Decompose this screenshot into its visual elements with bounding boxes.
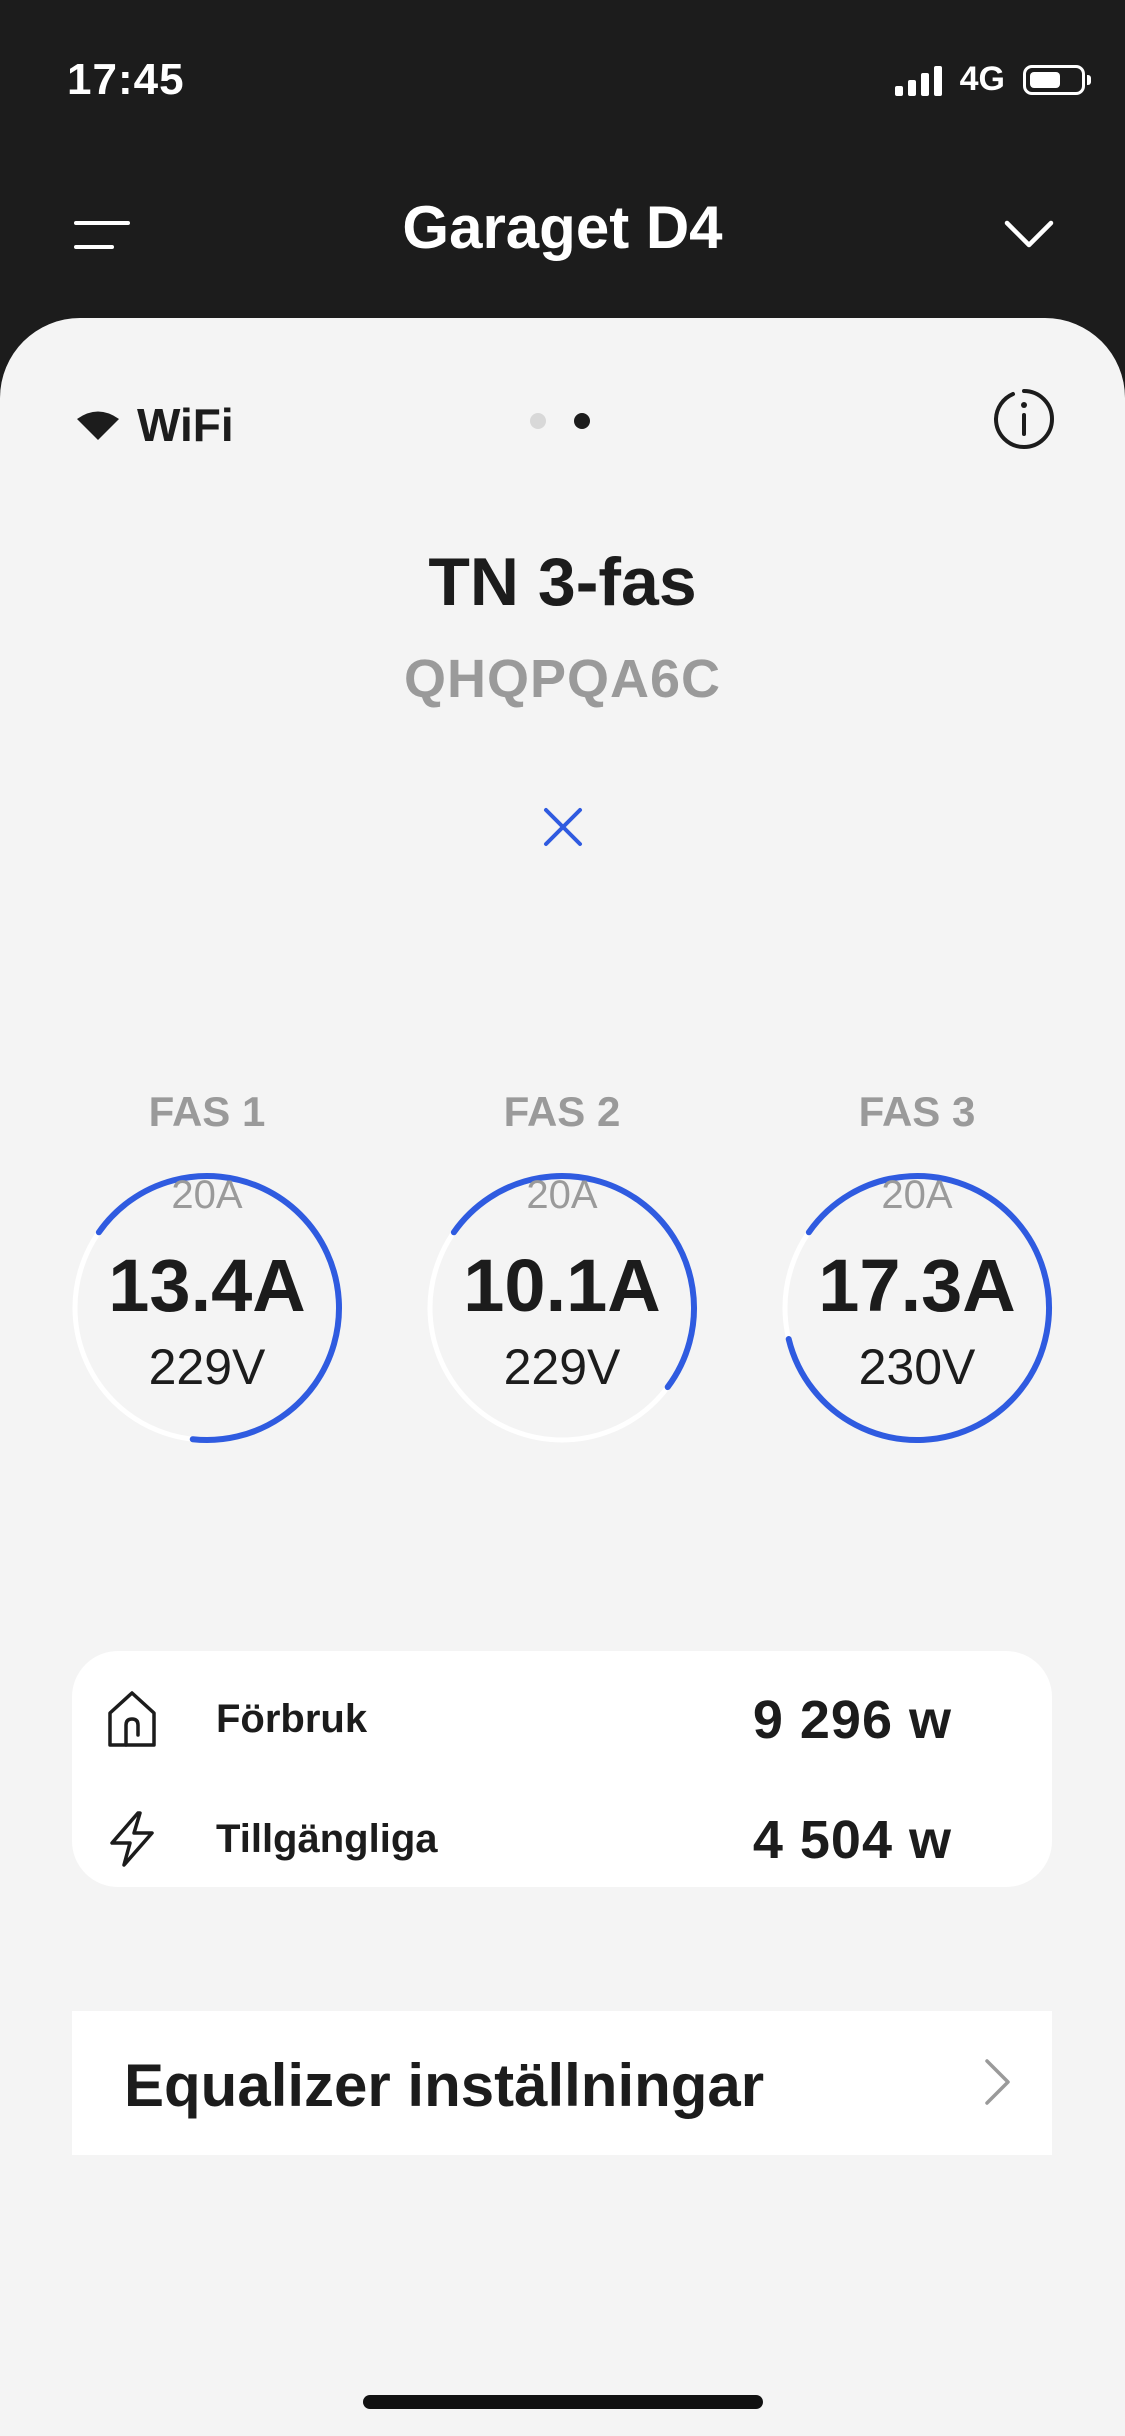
- equalizer-settings-button[interactable]: Equalizer inställningar: [72, 2011, 1052, 2155]
- close-icon[interactable]: [541, 805, 585, 849]
- phase-label: FAS 3: [858, 1088, 976, 1135]
- stat-value: 9 296 w: [752, 1690, 952, 1750]
- page-dot-active[interactable]: [574, 413, 590, 429]
- device-type: TN 3-fas: [428, 544, 697, 620]
- phase-label: FAS 2: [503, 1088, 621, 1135]
- wifi-icon: [77, 411, 119, 440]
- connection-status: WiFi: [75, 398, 234, 452]
- phase-gauge-3: FAS 3 20A 17.3A 230V: [767, 1088, 1067, 1508]
- phase-max-current: 20A: [171, 1173, 243, 1217]
- chevron-right-icon: [985, 2059, 1010, 2105]
- stat-row-consumption: Förbruk 9 296 w: [72, 1667, 1052, 1767]
- phase-max-current: 20A: [881, 1173, 953, 1217]
- connection-label: WiFi: [137, 399, 234, 451]
- phase-voltage: 230V: [858, 1339, 976, 1395]
- power-stats: Förbruk 9 296 w Tillgängliga 4 504 w: [72, 1651, 1052, 1887]
- phase-label: FAS 1: [148, 1088, 266, 1135]
- charger-card: WiFi TN 3-fas QHQPQA6C FAS 1 20A 13.4A 2…: [0, 318, 1125, 2436]
- phase-current: 10.1A: [463, 1244, 661, 1327]
- home-indicator[interactable]: [363, 2395, 763, 2409]
- phase-gauge-1: FAS 1 20A 13.4A 229V: [57, 1088, 357, 1508]
- phase-gauge-2: FAS 2 20A 10.1A 229V: [412, 1088, 712, 1508]
- house-icon: [108, 1691, 156, 1747]
- phase-voltage: 229V: [148, 1339, 266, 1395]
- status-bar: 17:45 4G: [0, 0, 1125, 165]
- phase-current: 17.3A: [818, 1244, 1016, 1327]
- battery-icon: [1023, 64, 1091, 95]
- stat-value: 4 504 w: [752, 1810, 952, 1870]
- signal-strength-icon: [894, 64, 942, 96]
- equalizer-label: Equalizer inställningar: [124, 2052, 765, 2119]
- status-time: 17:45: [67, 55, 185, 104]
- info-icon[interactable]: [993, 388, 1055, 450]
- lightning-icon: [110, 1811, 154, 1867]
- phase-max-current: 20A: [526, 1173, 598, 1217]
- phase-current: 13.4A: [108, 1244, 306, 1327]
- stat-label: Tillgängliga: [216, 1817, 438, 1861]
- device-id: QHQPQA6C: [403, 649, 722, 709]
- status-indicators: 4G: [894, 60, 1091, 99]
- location-title[interactable]: Garaget D4: [0, 193, 1125, 262]
- phase-voltage: 229V: [503, 1339, 621, 1395]
- chevron-down-icon[interactable]: [1003, 217, 1055, 251]
- stat-label: Förbruk: [216, 1697, 368, 1741]
- page-indicator[interactable]: [530, 413, 590, 429]
- page-dot[interactable]: [530, 413, 546, 429]
- network-type: 4G: [959, 60, 1005, 98]
- stat-row-available: Tillgängliga 4 504 w: [72, 1787, 1052, 1887]
- app-header: Garaget D4: [0, 165, 1125, 315]
